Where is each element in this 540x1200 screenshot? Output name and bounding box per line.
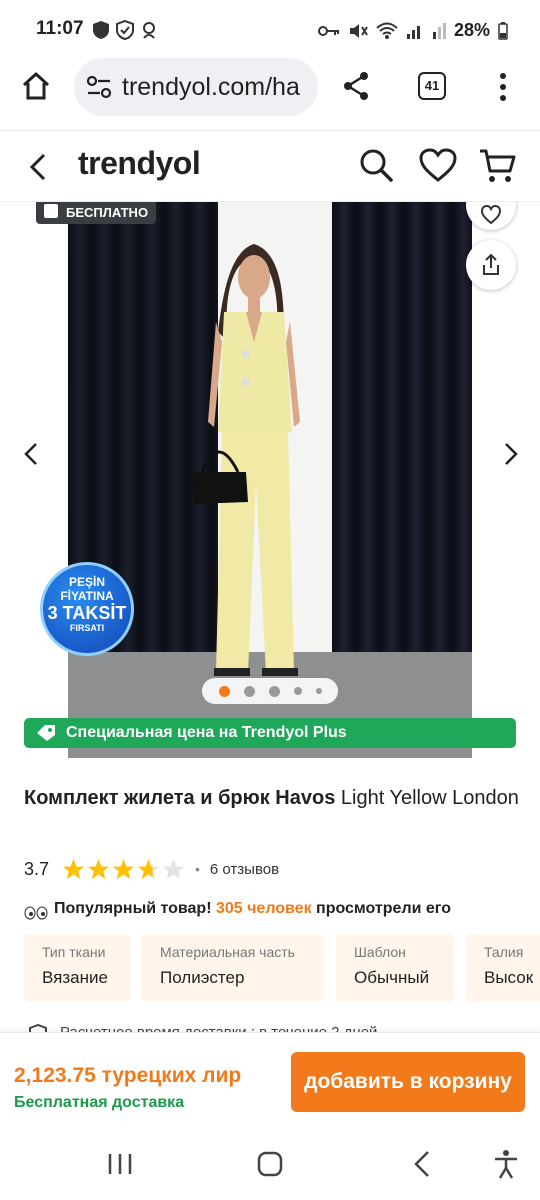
attribute-key: Тип ткани <box>42 944 106 960</box>
previous-image-icon[interactable] <box>20 442 44 466</box>
upload-share-icon <box>483 253 499 275</box>
rating-row[interactable]: 3.7 • 6 отзывов <box>24 856 279 882</box>
cart-icon[interactable] <box>478 147 518 185</box>
accessibility-icon[interactable] <box>490 1148 522 1180</box>
trendyol-logo[interactable]: trendyol <box>78 145 201 182</box>
back-icon[interactable] <box>26 151 50 183</box>
model-figure <box>192 244 300 676</box>
taksit-line3: 3 TAKSİT <box>47 603 127 623</box>
taksit-line4: FIRSATI <box>69 623 105 633</box>
free-delivery-label: Бесплатная доставка <box>14 1094 185 1111</box>
key-icon <box>317 25 339 36</box>
site-header: trendyol <box>0 130 540 202</box>
pagination-dot[interactable] <box>218 685 230 697</box>
wifi-icon <box>376 22 398 39</box>
star-icon <box>87 858 110 879</box>
attribute-value: Обычный <box>354 968 430 987</box>
search-icon[interactable] <box>358 147 394 183</box>
pagination-dot[interactable] <box>293 687 302 695</box>
attribute-value: Полиэстер <box>160 968 245 987</box>
plus-banner-label: Специальная цена на Trendyol Plus <box>66 724 347 741</box>
home-icon[interactable] <box>20 70 52 102</box>
battery-level: 28% <box>453 20 490 40</box>
curtain-right <box>332 202 472 672</box>
star-icon <box>62 858 85 879</box>
image-pagination[interactable] <box>202 678 338 704</box>
product-name: Комплект жилета и брюк <box>24 787 270 809</box>
share-product-button[interactable] <box>466 240 516 290</box>
star-icon <box>137 858 160 879</box>
next-image-icon[interactable] <box>498 442 522 466</box>
add-to-cart-button[interactable]: добавить в корзину <box>291 1052 525 1112</box>
heart-icon <box>480 205 502 225</box>
recent-apps-icon[interactable] <box>104 1148 136 1180</box>
price-tag-icon <box>37 725 55 741</box>
taksit-line1: PEŞİN <box>68 575 105 589</box>
star-icon <box>112 858 135 879</box>
attribute-value: Высок <box>484 968 534 987</box>
mute-icon <box>349 23 368 38</box>
product-price: 2,123.75 турецких лир <box>14 1064 242 1087</box>
review-count[interactable]: 6 отзывов <box>210 861 279 878</box>
status-bar: 11:07 28% <box>0 0 540 58</box>
product-gallery[interactable]: БЕСПЛАТНО PEŞİN FİYATINA 3 TAKSİT FIRSAT… <box>0 202 540 758</box>
app-notification-icon <box>143 22 155 39</box>
signal-icon <box>406 25 420 39</box>
tab-switcher-button[interactable]: 41 <box>418 72 446 100</box>
taksit-line2: FİYATINA <box>60 589 114 603</box>
status-time: 11:07 <box>36 18 84 39</box>
attribute-card[interactable]: Тип ткани Вязание <box>24 934 130 1002</box>
attributes-carousel[interactable]: Тип ткани Вязание Материальная часть Пол… <box>24 934 540 1002</box>
product-photo[interactable] <box>68 202 472 758</box>
pagination-dot[interactable] <box>243 685 255 697</box>
attribute-key: Материальная часть <box>160 944 295 960</box>
shield-icon <box>93 21 109 39</box>
free-badge-label: БЕСПЛАТНО <box>66 205 149 220</box>
pagination-dot[interactable] <box>315 688 322 694</box>
favorite-button[interactable] <box>466 202 516 230</box>
rating-stars <box>62 858 187 881</box>
installment-promo-badge: PEŞİN FİYATINA 3 TAKSİT FIRSATI <box>40 562 134 656</box>
more-menu-icon[interactable] <box>496 72 510 102</box>
product-brand[interactable]: Havos <box>275 787 335 809</box>
truck-icon <box>44 204 58 218</box>
favorites-icon[interactable] <box>418 147 458 183</box>
attribute-card[interactable]: Шаблон Обычный <box>336 934 454 1002</box>
trendyol-plus-banner[interactable]: Специальная цена на Trendyol Plus <box>24 718 516 748</box>
free-shipping-badge: БЕСПЛАТНО <box>36 202 157 224</box>
url-text: trendyol.com/ha <box>122 73 300 101</box>
rating-score: 3.7 <box>24 858 50 879</box>
eyes-icon <box>24 906 48 920</box>
share-icon[interactable] <box>340 70 372 102</box>
shield-check-icon <box>116 20 134 40</box>
signal-2-icon <box>432 22 446 39</box>
popular-suffix: просмотрели его <box>316 900 452 917</box>
product-title: Комплект жилета и брюк Havos Light Yello… <box>24 784 524 813</box>
system-back-icon[interactable] <box>406 1148 438 1180</box>
attribute-card[interactable]: Материальная часть Полиэстер <box>142 934 324 1002</box>
product-variant: Light Yellow London <box>340 787 519 809</box>
attribute-card[interactable]: Талия Высок <box>466 934 540 1002</box>
popular-prefix: Популярный товар! <box>54 900 212 917</box>
pagination-dot[interactable] <box>268 685 280 697</box>
system-home-icon[interactable] <box>254 1148 286 1180</box>
browser-toolbar: trendyol.com/ha 41 <box>0 58 540 128</box>
rating-separator: • <box>195 861 200 877</box>
attribute-key: Шаблон <box>354 944 406 960</box>
popular-count: 305 человек <box>215 900 312 917</box>
battery-icon <box>498 21 508 40</box>
attribute-value: Вязание <box>42 968 108 987</box>
url-bar[interactable]: trendyol.com/ha <box>74 58 318 116</box>
attribute-key: Талия <box>484 944 524 960</box>
star-icon <box>162 858 185 879</box>
sticky-buy-bar: 2,123.75 турецких лир Бесплатная доставк… <box>0 1032 540 1128</box>
system-navigation-bar <box>0 1128 540 1200</box>
site-settings-icon[interactable] <box>86 75 112 99</box>
